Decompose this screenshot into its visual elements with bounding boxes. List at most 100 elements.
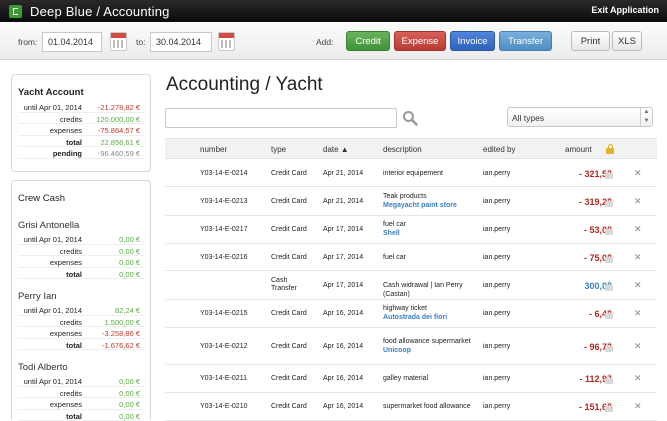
cell-description: galley material	[383, 375, 483, 384]
delete-icon[interactable]: ✕	[634, 341, 642, 352]
delete-icon[interactable]: ✕	[634, 308, 642, 319]
toolbar: from: 01.04.2014 to: 30.04.2014 Add: Cre…	[0, 22, 667, 60]
add-expense-button[interactable]: Expense	[394, 31, 446, 51]
delete-icon[interactable]: ✕	[634, 196, 642, 207]
description-text: fuel car	[383, 221, 483, 230]
from-date-input[interactable]: 01.04.2014	[42, 32, 102, 52]
lock-icon[interactable]	[605, 225, 614, 235]
lock-icon[interactable]	[605, 281, 614, 291]
cell-description: fuel carShell	[383, 221, 483, 238]
cell-date: Apr 16, 2014	[323, 343, 363, 350]
column-number[interactable]: number	[200, 145, 227, 154]
cell-number: Y03-14-E-0210	[200, 403, 247, 410]
cell-number: Y03-14-E-0216	[200, 254, 247, 261]
to-date-input[interactable]: 30.04.2014	[150, 32, 212, 52]
cell-description: fuel car	[383, 254, 483, 263]
scrollbar[interactable]	[655, 138, 663, 415]
description-text: highway ticket	[383, 305, 483, 314]
description-text: fuel car	[383, 254, 483, 263]
yacht-account-panel: Yacht Account until Apr 01, 2014-21.278,…	[11, 74, 151, 172]
search-icon[interactable]	[402, 110, 418, 126]
description-subtext[interactable]: Shell	[383, 230, 483, 239]
cell-number: Y03-14-E-0217	[200, 226, 247, 233]
column-date[interactable]: date ▲	[323, 145, 349, 154]
delete-icon[interactable]: ✕	[634, 401, 642, 412]
table-row[interactable]: Y03-14-E-0216Credit CardApr 17, 2014fuel…	[165, 244, 657, 271]
summary-total-row: total-1.676,62 €	[18, 339, 144, 351]
from-label: from:	[18, 37, 37, 47]
summary-row: expenses-75.864,57 €	[18, 124, 144, 136]
table-row[interactable]: Cash TransferApr 17, 2014Cash widrawal |…	[165, 271, 657, 300]
cell-date: Apr 17, 2014	[323, 282, 363, 289]
from-calendar-icon[interactable]	[110, 32, 127, 51]
cell-description: supermarket food allowance	[383, 403, 483, 412]
cell-date: Apr 17, 2014	[323, 226, 363, 233]
print-button[interactable]: Print	[571, 31, 610, 51]
cell-date: Apr 16, 2014	[323, 310, 363, 317]
summary-row: expenses0,00 €	[18, 398, 144, 410]
delete-icon[interactable]: ✕	[634, 280, 642, 291]
to-label: to:	[136, 37, 145, 47]
cell-date: Apr 21, 2014	[323, 198, 363, 205]
table-row[interactable]: Y03-14-E-0215Credit CardApr 16, 2014high…	[165, 300, 657, 328]
summary-row: expenses0,00 €	[18, 256, 144, 268]
description-text: supermarket food allowance	[383, 403, 483, 412]
summary-row: expenses-3.258,86 €	[18, 327, 144, 339]
delete-icon[interactable]: ✕	[634, 252, 642, 263]
cell-description: food allowance supermarketUnicoop	[383, 338, 483, 355]
summary-row: credits120.000,00 €	[18, 113, 144, 125]
lock-icon[interactable]	[605, 374, 614, 384]
lock-header-icon	[606, 144, 615, 154]
lock-icon[interactable]	[605, 309, 614, 319]
table-row[interactable]: Y03-14-E-0213Credit CardApr 21, 2014Teak…	[165, 187, 657, 216]
summary-total-row: total22.856,61 €	[18, 136, 144, 148]
lock-icon[interactable]	[605, 253, 614, 263]
export-xls-button[interactable]: XLS	[612, 31, 642, 51]
add-credit-button[interactable]: Credit	[346, 31, 390, 51]
summary-total-row: total0,00 €	[18, 410, 144, 421]
table-row[interactable]: Y03-14-E-0217Credit CardApr 17, 2014fuel…	[165, 216, 657, 244]
table-row[interactable]: Y03-14-E-0211Credit CardApr 16, 2014gall…	[165, 365, 657, 393]
cell-type: Credit Card	[271, 170, 311, 178]
yacht-account-title: Yacht Account	[18, 87, 150, 98]
lock-icon[interactable]	[605, 402, 614, 412]
cell-number: Y03-14-E-0212	[200, 343, 247, 350]
lock-icon[interactable]	[605, 342, 614, 352]
summary-row: until Apr 01, 201482,24 €	[18, 304, 144, 316]
add-invoice-button[interactable]: Invoice	[450, 31, 495, 51]
description-text: Cash widrawal | Ian Perry (Castan)	[383, 282, 483, 299]
crew-member-name: Perry Ian	[18, 291, 150, 302]
cell-edited-by: ian.perry	[483, 375, 510, 382]
search-input[interactable]	[165, 108, 397, 128]
cell-number: Y03-14-E-0215	[200, 310, 247, 317]
description-subtext[interactable]: Autostrada dei fiori	[383, 314, 483, 323]
delete-icon[interactable]: ✕	[634, 373, 642, 384]
cell-edited-by: ian.perry	[483, 198, 510, 205]
table-row[interactable]: Y03-14-E-0210 Credit Card Apr 16, 2014 supe…	[165, 393, 657, 421]
cell-date: Apr 17, 2014	[323, 254, 363, 261]
table-row[interactable]: Y03-14-E-0212Credit CardApr 16, 2014food…	[165, 328, 657, 365]
lock-icon[interactable]	[605, 197, 614, 207]
add-transfer-button[interactable]: Transfer	[499, 31, 552, 51]
column-type[interactable]: type	[271, 145, 286, 154]
cell-type: Credit Card	[271, 375, 311, 383]
column-description[interactable]: description	[383, 145, 422, 154]
delete-icon[interactable]: ✕	[634, 168, 642, 179]
cell-date: Apr 16, 2014	[323, 403, 363, 410]
column-edited-by[interactable]: edited by	[483, 145, 515, 154]
to-calendar-icon[interactable]	[218, 32, 235, 51]
cell-type: Credit Card	[271, 403, 311, 411]
exit-application-button[interactable]: Exit Application	[591, 5, 659, 15]
delete-icon[interactable]: ✕	[634, 224, 642, 235]
column-amount[interactable]: amount	[565, 145, 592, 154]
description-subtext[interactable]: Unicoop	[383, 347, 483, 356]
cell-description: Cash widrawal | Ian Perry (Castan)	[383, 282, 483, 299]
description-text: Teak products	[383, 193, 483, 202]
cell-edited-by: ian.perry	[483, 403, 510, 410]
description-subtext[interactable]: Megayacht paint store	[383, 202, 483, 211]
lock-icon[interactable]	[605, 169, 614, 179]
cell-date: Apr 21, 2014	[323, 170, 363, 177]
summary-pending-row: pending-96.460,59 €	[18, 147, 144, 159]
type-filter-select[interactable]: All types ▲▼	[507, 107, 653, 127]
table-row[interactable]: Y03-14-E-0214Credit CardApr 21, 2014inte…	[165, 160, 657, 187]
